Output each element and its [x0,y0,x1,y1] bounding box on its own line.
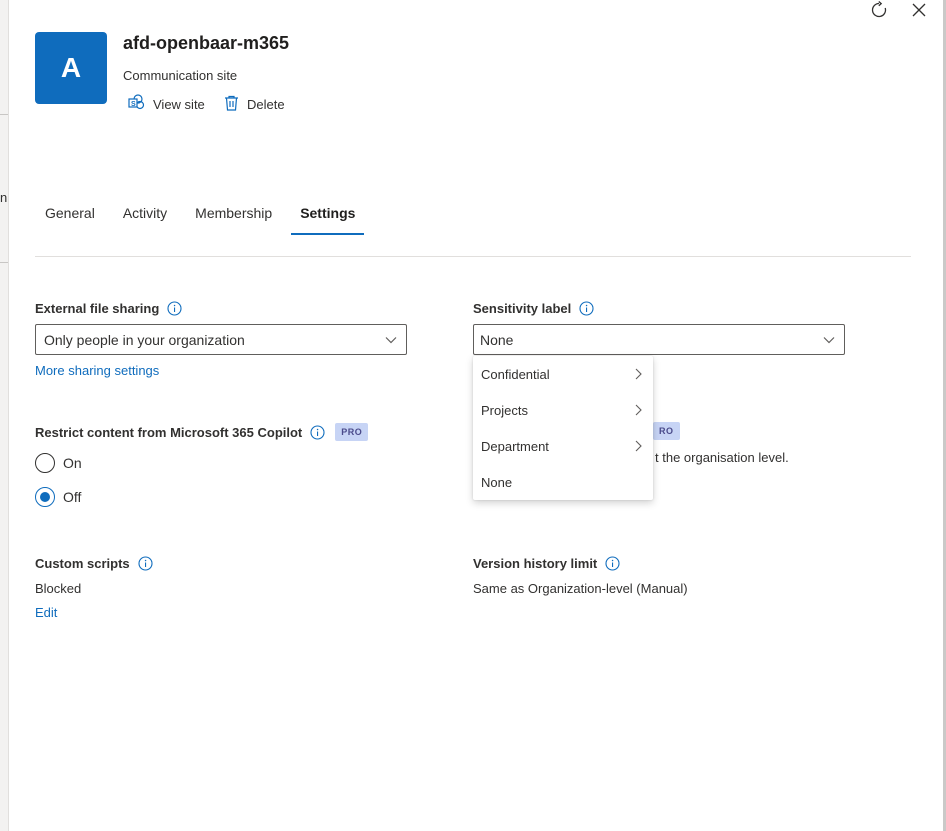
menu-item-label: None [481,474,513,490]
custom-scripts-value: Blocked [35,581,82,596]
external-sharing-value: Only people in your organization [44,331,245,348]
sensitivity-label-text: Sensitivity label [473,301,572,316]
external-sharing-dropdown[interactable]: Only people in your organization [35,324,407,355]
tab-general[interactable]: General [35,205,104,235]
copilot-restriction-label-text: Restrict content from Microsoft 365 Copi… [35,424,303,440]
view-site-button[interactable]: S View site [128,94,205,114]
svg-text:S: S [131,101,136,108]
sensitivity-label-value: None [480,331,514,348]
site-avatar: A [35,32,107,104]
menu-item-label: Confidential [481,366,550,382]
custom-scripts-label-text: Custom scripts [35,556,130,571]
site-type: Communication site [123,68,238,83]
info-icon[interactable] [605,556,620,571]
background-divider [0,114,8,115]
copilot-on-option[interactable]: On [35,453,82,473]
view-site-label: View site [153,96,205,112]
tab-bar: General Activity Membership Settings [35,205,374,235]
delete-button[interactable]: Delete [224,95,285,113]
external-sharing-label-text: External file sharing [35,301,160,316]
tab-settings[interactable]: Settings [291,205,365,235]
chevron-right-icon [633,440,643,455]
sensitivity-label-label: Sensitivity label [473,301,594,316]
sensitivity-label-menu: Confidential Projects Department None [473,356,653,500]
custom-scripts-edit-link[interactable]: Edit [35,605,57,620]
sharepoint-icon: S [128,94,145,114]
trash-icon [224,95,239,114]
chevron-right-icon [633,368,643,383]
more-sharing-settings-link[interactable]: More sharing settings [35,363,159,378]
copilot-restriction-label: Restrict content from Microsoft 365 Copi… [35,423,369,441]
radio-button-selected[interactable] [35,487,55,507]
close-icon[interactable] [909,0,929,20]
menu-item-confidential[interactable]: Confidential [473,356,653,392]
menu-item-none[interactable]: None [473,464,653,500]
menu-item-label: Projects [481,402,528,418]
info-icon[interactable] [138,556,153,571]
sensitivity-label-dropdown[interactable]: None [473,324,845,355]
background-divider [0,262,8,263]
refresh-icon[interactable] [869,0,889,20]
background-page-edge [0,0,8,831]
chevron-right-icon [633,404,643,419]
version-history-value: Same as Organization-level (Manual) [473,581,688,596]
copilot-on-label: On [63,455,82,471]
version-history-label: Version history limit [473,556,620,571]
menu-item-department[interactable]: Department [473,428,653,464]
pro-badge: PRO [335,423,369,441]
external-sharing-label: External file sharing [35,301,182,316]
menu-item-label: Department [481,438,549,454]
background-text-fragment: n [0,190,8,205]
info-icon[interactable] [310,424,325,440]
chevron-down-icon [384,333,398,350]
tab-membership[interactable]: Membership [186,205,281,235]
info-icon[interactable] [579,301,594,316]
info-icon[interactable] [167,301,182,316]
obscured-description: t the organisation level. [655,450,789,465]
menu-item-projects[interactable]: Projects [473,392,653,428]
radio-button[interactable] [35,453,55,473]
copilot-off-label: Off [63,489,82,505]
version-history-label-text: Version history limit [473,556,598,571]
tab-divider [35,256,911,257]
custom-scripts-label: Custom scripts [35,556,153,571]
avatar-letter: A [60,52,82,83]
copilot-off-option[interactable]: Off [35,487,81,507]
delete-label: Delete [247,96,285,112]
tab-activity[interactable]: Activity [114,205,176,235]
pro-badge-partial: RO [653,422,680,440]
chevron-down-icon [822,333,836,350]
site-title: afd-openbaar-m365 [123,33,290,53]
